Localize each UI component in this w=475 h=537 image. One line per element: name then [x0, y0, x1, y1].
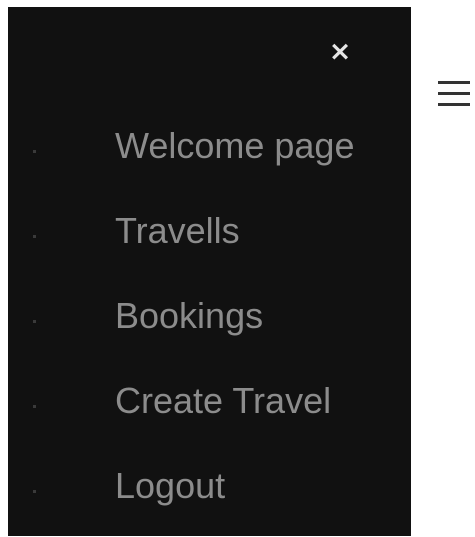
bullet-icon: [33, 320, 36, 323]
nav-item-travells[interactable]: Travells: [8, 201, 411, 286]
nav-item-create-travel[interactable]: Create Travel: [8, 371, 411, 456]
bullet-icon: [33, 490, 36, 493]
bullet-icon: [33, 405, 36, 408]
nav-link-welcome-page[interactable]: Welcome page: [115, 124, 354, 168]
nav-menu: Welcome page Travells Bookings Create Tr…: [8, 116, 411, 537]
nav-item-bookings[interactable]: Bookings: [8, 286, 411, 371]
nav-link-bookings[interactable]: Bookings: [115, 294, 263, 338]
nav-item-welcome-page[interactable]: Welcome page: [8, 116, 411, 201]
hamburger-line: [438, 81, 470, 84]
hamburger-line: [438, 103, 470, 106]
nav-item-logout[interactable]: Logout: [8, 456, 411, 537]
page: × Welcome page Travells Bookings Create …: [0, 0, 475, 537]
bullet-icon: [33, 235, 36, 238]
side-navigation: × Welcome page Travells Bookings Create …: [8, 7, 411, 536]
hamburger-line: [438, 92, 470, 95]
hamburger-icon[interactable]: [438, 79, 470, 109]
nav-link-logout[interactable]: Logout: [115, 464, 225, 508]
bullet-icon: [33, 150, 36, 153]
nav-link-travells[interactable]: Travells: [115, 209, 240, 253]
close-icon[interactable]: ×: [326, 37, 354, 67]
nav-link-create-travel[interactable]: Create Travel: [115, 379, 331, 423]
